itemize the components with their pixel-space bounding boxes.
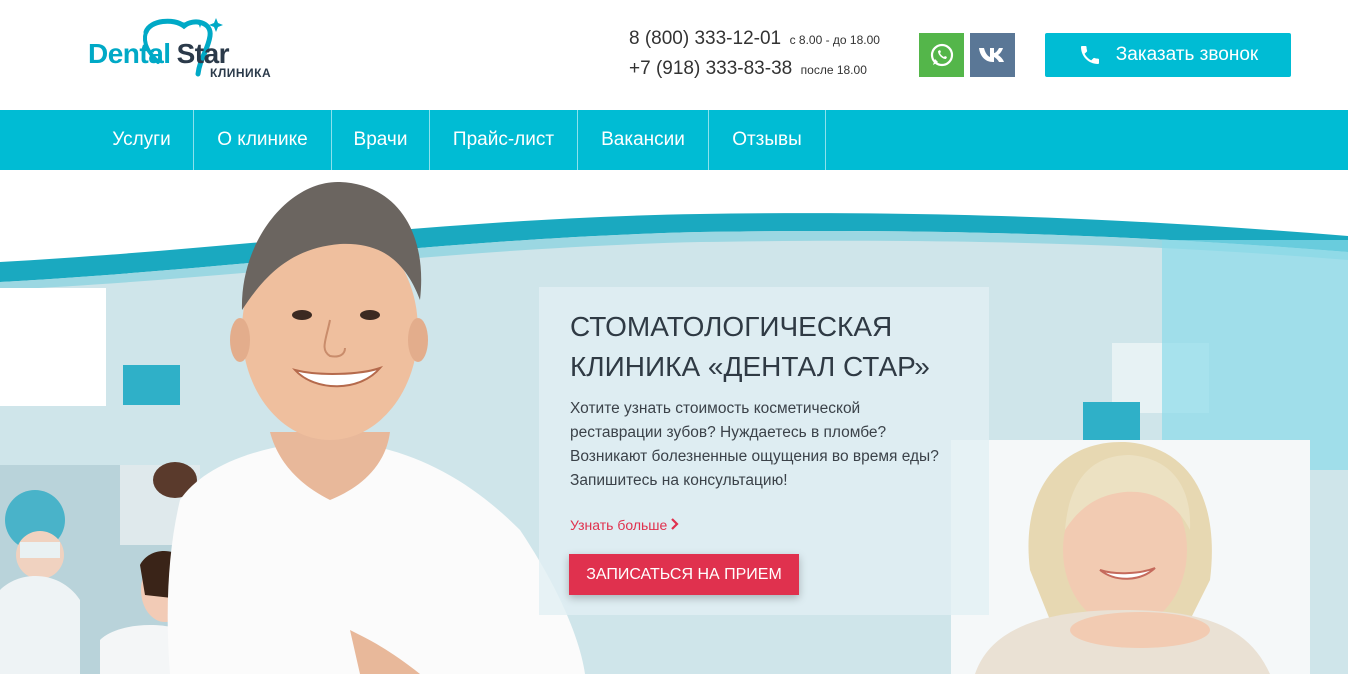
- main-nav: Услуги О клинике Врачи Прайс-лист Ваканс…: [0, 110, 1348, 170]
- decor-square: [123, 365, 180, 405]
- nav-item-about[interactable]: О клинике: [194, 110, 331, 170]
- decor-square: [0, 288, 106, 406]
- logo[interactable]: Dental Star КЛИНИКА: [88, 14, 288, 86]
- callback-button[interactable]: Заказать звонок: [1045, 33, 1291, 77]
- book-appointment-button[interactable]: ЗАПИСАТЬСЯ НА ПРИЕМ: [569, 554, 799, 595]
- hero-description: Хотите узнать стоимость косметической ре…: [570, 400, 939, 489]
- vk-icon: [978, 48, 1004, 62]
- phone-icon: [1080, 46, 1099, 64]
- logo-subtitle: КЛИНИКА: [210, 66, 272, 80]
- header: Dental Star КЛИНИКА 8 (800) 333-12-01 с 8…: [0, 0, 1348, 110]
- nav-item-reviews[interactable]: Отзывы: [709, 110, 825, 170]
- nav-item-doctors[interactable]: Врачи: [332, 110, 429, 170]
- vk-button[interactable]: [970, 33, 1015, 77]
- hero-info-card: СТОМАТОЛОГИЧЕСКАЯ КЛИНИКА «ДЕНТАЛ СТАР» …: [539, 287, 989, 615]
- nav-divider: [825, 110, 826, 170]
- phone-secondary[interactable]: +7 (918) 333-83-38: [629, 58, 792, 79]
- chevron-right-icon: [671, 517, 679, 533]
- hero-banner: СТОМАТОЛОГИЧЕСКАЯ КЛИНИКА «ДЕНТАЛ СТАР» …: [0, 170, 1348, 674]
- phone-primary-hours: с 8.00 - до 18.00: [789, 33, 880, 47]
- whatsapp-button[interactable]: [919, 33, 964, 77]
- nav-item-vacancies[interactable]: Вакансии: [578, 110, 708, 170]
- nav-item-price-list[interactable]: Прайс-лист: [430, 110, 577, 170]
- whatsapp-icon: [930, 43, 953, 67]
- hero-title: СТОМАТОЛОГИЧЕСКАЯ КЛИНИКА «ДЕНТАЛ СТАР»: [570, 311, 930, 382]
- patient-photo: [951, 440, 1310, 674]
- nav-item-services[interactable]: Услуги: [90, 110, 193, 170]
- phone-secondary-hours: после 18.00: [800, 63, 867, 77]
- phone-block: 8 (800) 333-12-01 с 8.00 - до 18.00 +7 (…: [629, 26, 880, 86]
- decor-square: [1083, 402, 1140, 444]
- callback-button-label: Заказать звонок: [1115, 44, 1259, 65]
- phone-primary[interactable]: 8 (800) 333-12-01: [629, 28, 781, 49]
- logo-text: Dental Star: [88, 38, 230, 69]
- learn-more-link[interactable]: Узнать больше: [570, 517, 679, 533]
- decor-square: [1162, 240, 1348, 470]
